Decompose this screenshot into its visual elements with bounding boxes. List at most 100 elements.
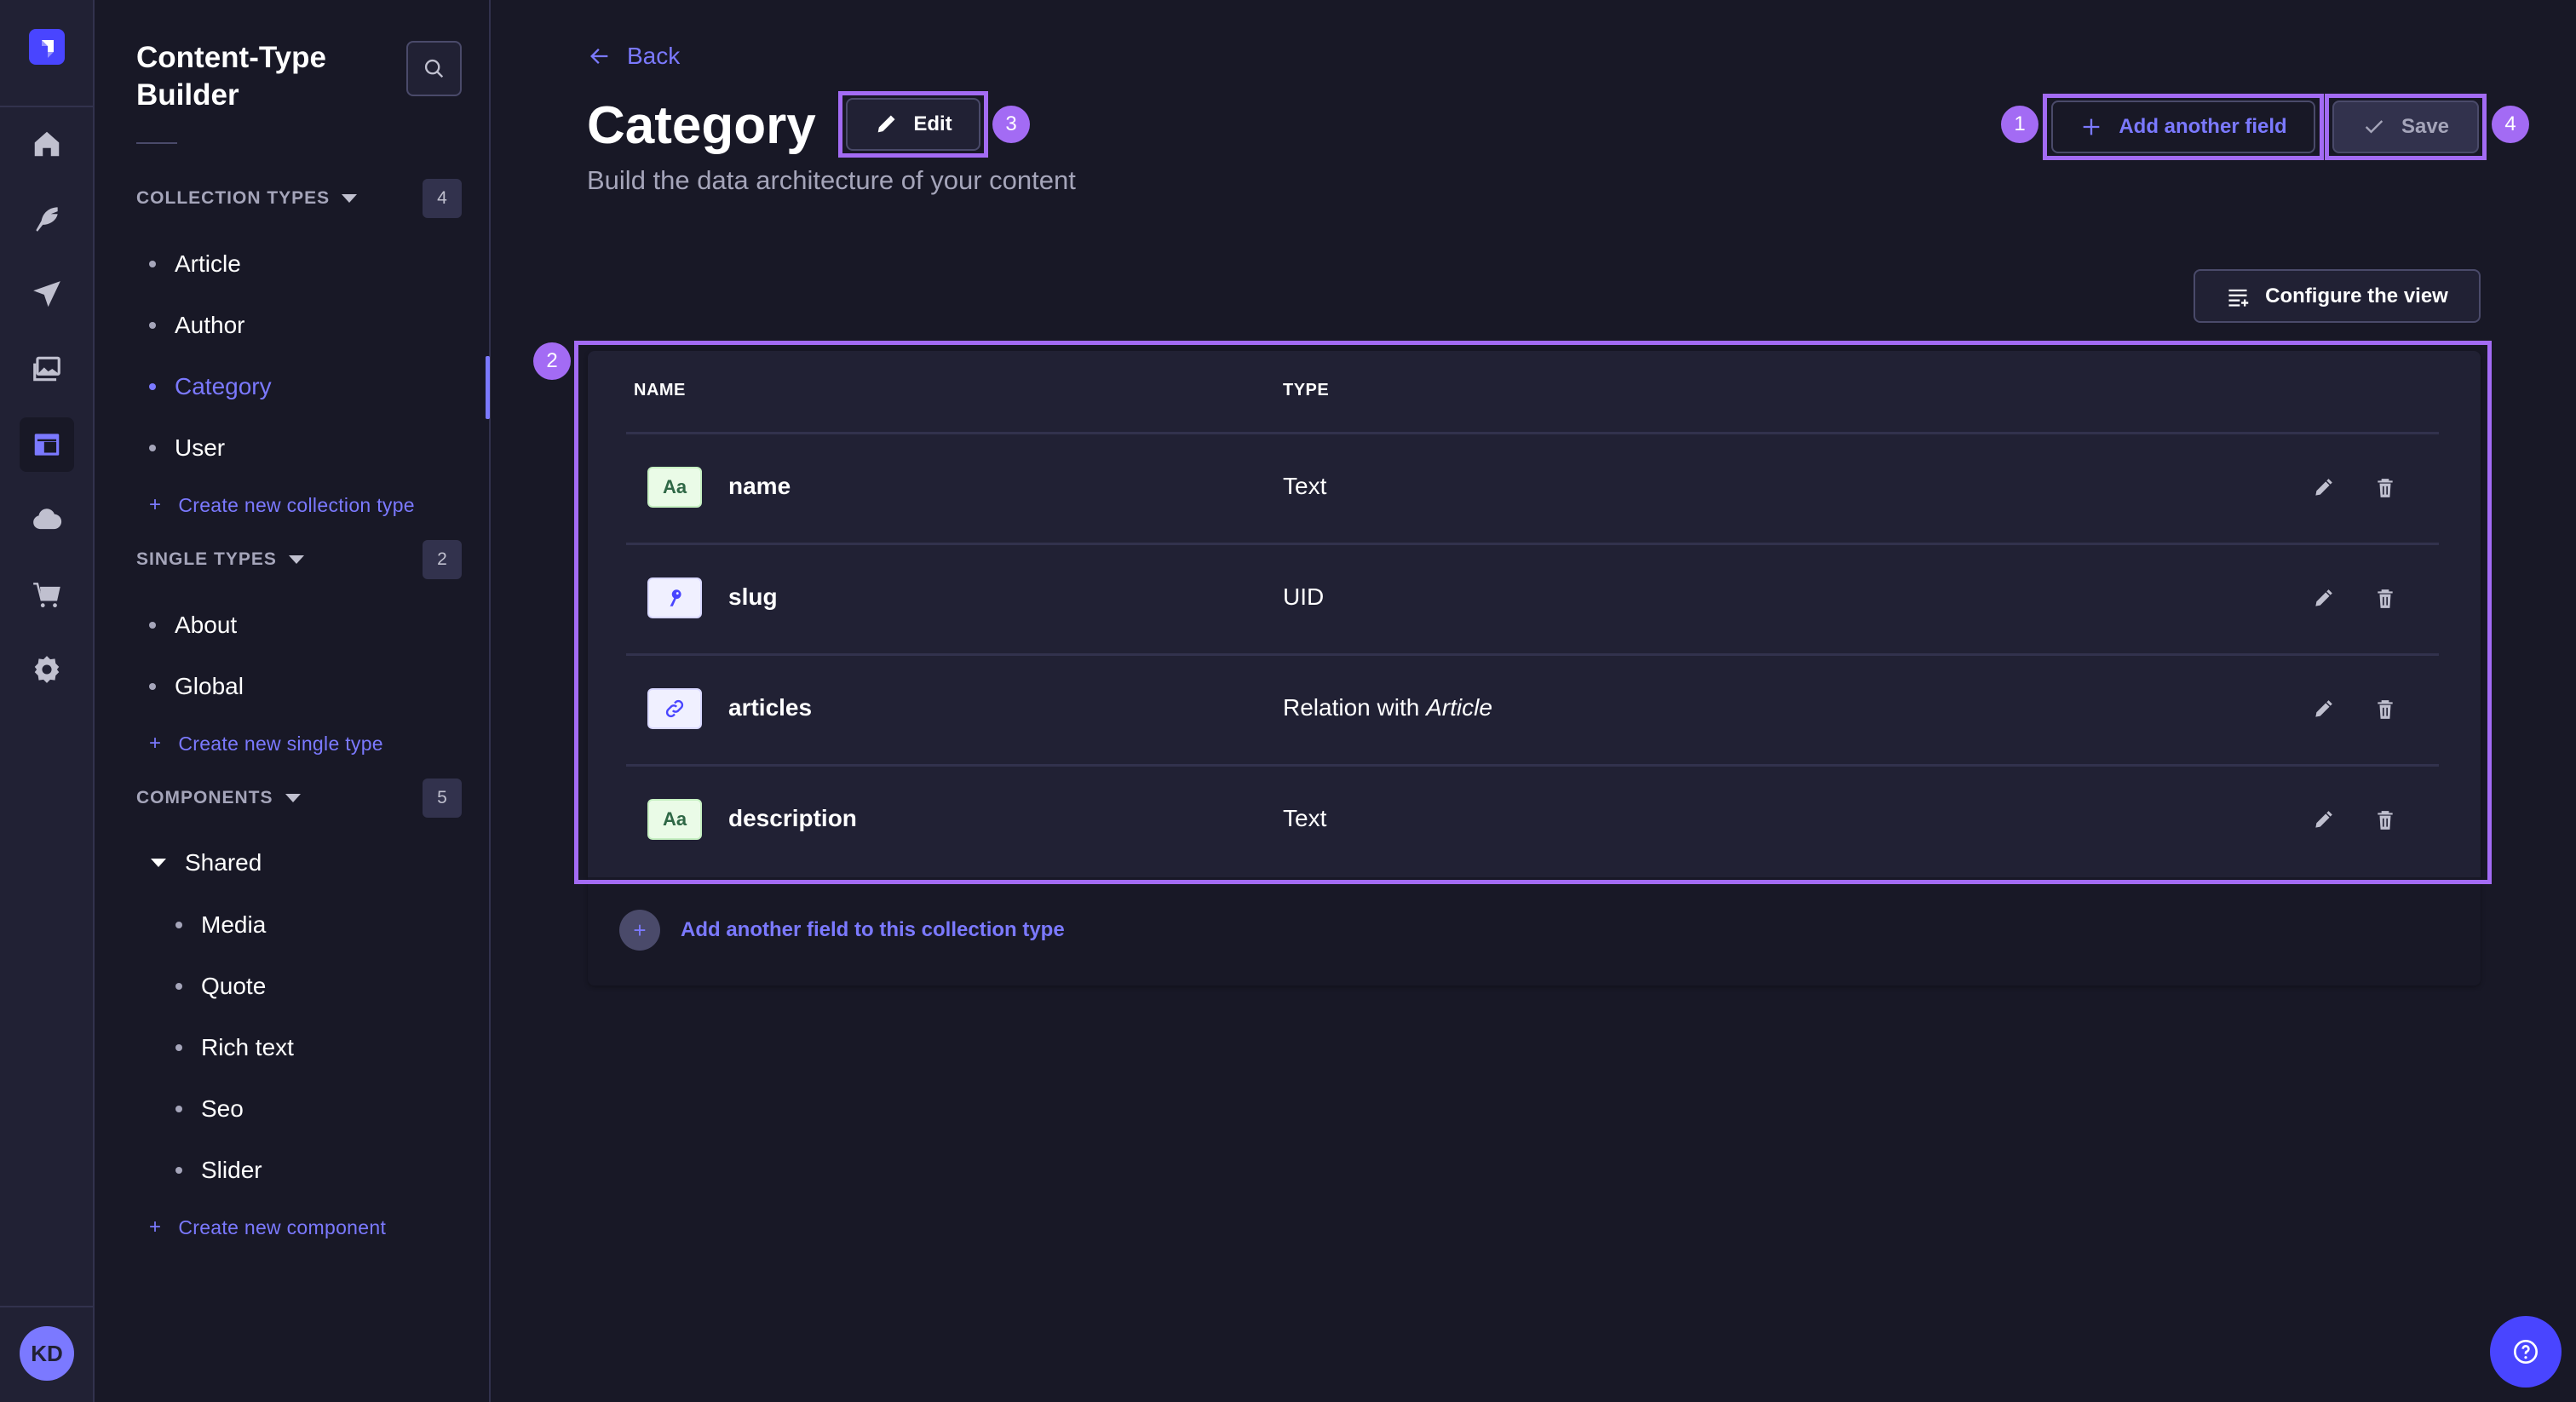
table-row[interactable]: slug UID [626, 545, 2439, 653]
section-components[interactable]: COMPONENTS [136, 785, 301, 811]
nav-cloud[interactable] [20, 492, 74, 547]
edit-field-button[interactable] [2308, 583, 2338, 614]
nav-marketplace[interactable] [20, 567, 74, 622]
item-label: Seo [201, 1095, 244, 1122]
section-label: COMPONENTS [136, 788, 273, 807]
sidebar-item-article[interactable]: Article [149, 247, 241, 281]
nav-media-library[interactable] [20, 342, 74, 396]
delete-field-button[interactable] [2370, 805, 2401, 836]
field-type: UID [1283, 583, 1325, 610]
list-settings-icon [2228, 289, 2249, 307]
content-type-builder-sidebar: Content-Type Builder COLLECTION TYPES 4 … [95, 0, 491, 1402]
pencil-icon [2315, 479, 2332, 496]
cloud-icon [33, 509, 62, 530]
trash-icon [2378, 479, 2393, 497]
caret-down-icon [288, 555, 304, 564]
key-icon [647, 577, 702, 618]
create-single-type-link[interactable]: + Create new single type [149, 729, 383, 758]
field-name: description [728, 805, 857, 831]
caret-down-icon [285, 794, 301, 802]
sidebar-item-author[interactable]: Author [149, 308, 245, 342]
delete-field-button[interactable] [2370, 473, 2401, 503]
bullet-icon [149, 322, 156, 329]
sidebar-item-quote[interactable]: Quote [175, 969, 266, 1003]
link-icon [647, 688, 702, 729]
sidebar-item-media[interactable]: Media [175, 908, 266, 942]
arrow-left-icon [590, 49, 608, 64]
add-field-to-collection-link[interactable]: + Add another field to this collection t… [619, 910, 1065, 951]
single-types-count: 2 [423, 540, 462, 579]
nav-settings[interactable] [20, 642, 74, 697]
bullet-icon [149, 683, 156, 690]
sidebar-search-button[interactable] [406, 41, 462, 96]
main-nav-rail: KD [0, 0, 95, 1402]
home-icon [34, 131, 60, 157]
pencil-icon [2315, 811, 2332, 828]
item-label: Article [175, 250, 241, 277]
link-label: Create new single type [178, 732, 383, 755]
user-avatar[interactable]: KD [20, 1326, 74, 1381]
trash-icon [2378, 589, 2393, 608]
item-label: Quote [201, 973, 267, 999]
group-label: Shared [185, 849, 262, 876]
edit-button[interactable]: Edit [846, 98, 980, 151]
nav-home[interactable] [20, 117, 74, 171]
back-link[interactable]: Back [588, 43, 680, 70]
bullet-icon [149, 383, 156, 390]
annotation-badge-2: 2 [533, 342, 571, 380]
sidebar-item-global[interactable]: Global [149, 669, 244, 704]
sidebar-item-slider[interactable]: Slider [175, 1153, 262, 1187]
component-group-shared[interactable]: Shared [151, 846, 262, 880]
collection-types-count: 4 [423, 179, 462, 218]
section-collection-types[interactable]: COLLECTION TYPES [136, 186, 358, 211]
plus-icon: + [149, 1215, 162, 1238]
edit-field-button[interactable] [2308, 694, 2338, 725]
nav-content-type-builder[interactable] [20, 417, 74, 472]
layout-icon [34, 434, 60, 456]
item-label: Slider [201, 1157, 262, 1183]
table-row[interactable]: articles Relation with Article [626, 656, 2439, 764]
add-another-field-button[interactable]: Add another field [2051, 101, 2315, 153]
feather-icon [36, 207, 58, 232]
section-label: SINGLE TYPES [136, 549, 277, 569]
sidebar-item-rich-text[interactable]: Rich text [175, 1031, 294, 1065]
delete-field-button[interactable] [2370, 583, 2401, 614]
configure-view-button[interactable]: Configure the view [2194, 269, 2481, 323]
edit-field-button[interactable] [2308, 805, 2338, 836]
sidebar-item-user[interactable]: User [149, 431, 225, 465]
help-button[interactable] [2490, 1316, 2562, 1388]
save-button[interactable]: Save [2332, 101, 2479, 153]
pencil-icon [877, 115, 895, 133]
nav-deployment[interactable] [20, 267, 74, 322]
section-single-types[interactable]: SINGLE TYPES [136, 547, 304, 572]
create-component-link[interactable]: + Create new component [149, 1213, 386, 1242]
field-name: articles [728, 694, 813, 721]
bullet-icon [175, 983, 182, 990]
table-row[interactable]: Aa description Text [626, 767, 2439, 875]
column-header-name: NAME [634, 381, 686, 399]
nav-content-manager[interactable] [20, 191, 74, 245]
edit-field-button[interactable] [2308, 473, 2338, 503]
strapi-logo-icon[interactable] [29, 29, 65, 65]
create-collection-type-link[interactable]: + Create new collection type [149, 491, 415, 520]
sidebar-scrollbar[interactable] [486, 356, 490, 419]
item-label: Rich text [201, 1034, 294, 1060]
paper-plane-icon [33, 281, 60, 307]
back-label: Back [627, 43, 681, 69]
delete-field-button[interactable] [2370, 694, 2401, 725]
table-row[interactable]: Aa name Text [626, 434, 2439, 543]
sidebar-item-category[interactable]: Category [149, 370, 272, 404]
components-count: 5 [423, 779, 462, 818]
bullet-icon [175, 1044, 182, 1051]
button-label: Save [2401, 115, 2450, 138]
item-label: About [175, 612, 238, 638]
page-subtitle: Build the data architecture of your cont… [587, 165, 1076, 195]
annotation-badge-3: 3 [992, 106, 1030, 143]
field-type: Relation with Article [1283, 694, 1492, 721]
annotation-badge-1: 1 [2001, 106, 2038, 143]
button-label: Add another field [2119, 115, 2287, 138]
sidebar-item-seo[interactable]: Seo [175, 1092, 244, 1126]
pencil-icon [2315, 589, 2332, 606]
sidebar-item-about[interactable]: About [149, 608, 237, 642]
button-label: Edit [913, 112, 952, 135]
